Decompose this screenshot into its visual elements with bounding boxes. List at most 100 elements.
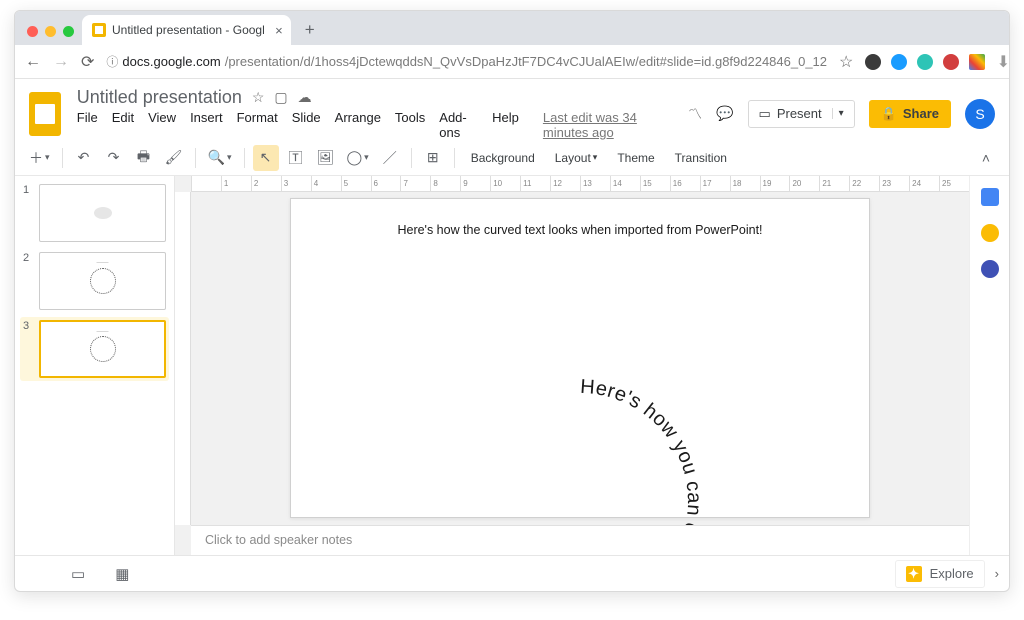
explore-icon: ✦ [906,566,922,582]
filmstrip-view-icon[interactable]: ▭ [71,565,85,583]
close-tab-icon[interactable]: × [275,23,283,38]
svg-text:Here's how you can curve text: Here's how you can curve text using Powe… [472,376,705,525]
app-titlebar: Untitled presentation ☆ ▢ ☁ File Edit Vi… [15,79,1009,140]
slide-thumbnails: 1 2 ——— 3 ——— [15,176,175,555]
slides-favicon [92,23,106,37]
bottom-bar: ▭ ▦ ✦ Explore › [15,555,1009,591]
avatar-initial: S [975,106,984,122]
ext-icon[interactable] [865,54,881,70]
extension-icons: ⬇ ✦ ⋮ [865,51,1010,73]
lock-icon: ⓘ [106,53,118,70]
canvas-area: 1234567891011121314151617181920212223242… [175,176,969,555]
paint-format-button[interactable]: 🖌 [161,145,187,171]
menu-view[interactable]: View [148,110,176,140]
menu-arrange[interactable]: Arrange [335,110,381,140]
lock-icon: 🔒 [881,106,897,122]
maximize-window-dot[interactable] [63,26,74,37]
browser-window: Untitled presentation - Googl × + ← → ⟳ … [14,10,1010,592]
undo-button[interactable]: ↶ [71,145,97,171]
browser-address-bar: ← → ⟳ ⓘ docs.google.com/presentation/d/1… [15,45,1009,79]
vertical-ruler [175,192,191,525]
layout-button[interactable]: Layout▾ [547,145,606,171]
thumb-2[interactable]: 2 ——— [23,252,166,310]
side-panel-toggle-icon[interactable]: › [995,566,999,581]
speaker-notes[interactable]: Click to add speaker notes [191,525,969,555]
side-panel-rail [969,176,1009,555]
slides-logo[interactable] [29,92,61,136]
slides-app: Untitled presentation ☆ ▢ ☁ File Edit Vi… [15,79,1009,591]
back-icon[interactable]: ← [25,53,41,71]
account-avatar[interactable]: S [965,99,995,129]
line-tool[interactable]: ／ [377,145,403,171]
ext-icon[interactable] [891,54,907,70]
menu-tools[interactable]: Tools [395,110,425,140]
ext-icon[interactable] [943,54,959,70]
textbox-tool[interactable]: 🅃 [283,145,309,171]
ext-icon[interactable] [917,54,933,70]
grid-view-icon[interactable]: ▦ [115,565,129,583]
share-button[interactable]: 🔒 Share [869,100,951,128]
present-button[interactable]: ▭ Present ▾ [748,100,855,128]
horizontal-ruler: 1234567891011121314151617181920212223242… [191,176,969,192]
tab-title: Untitled presentation - Googl [112,23,265,37]
star-doc-icon[interactable]: ☆ [252,89,265,106]
image-tool[interactable]: 🖼 [313,145,339,171]
print-button[interactable]: 🖶 [131,145,157,171]
slide-canvas[interactable]: Here's how the curved text looks when im… [290,198,870,518]
zoom-button[interactable]: 🔍▾ [204,145,236,171]
thumb-3[interactable]: 3 ——— [20,317,169,381]
reload-icon[interactable]: ⟳ [81,52,94,72]
explore-button[interactable]: ✦ Explore [895,560,985,588]
star-icon[interactable]: ☆ [839,52,853,72]
menu-addons[interactable]: Add-ons [439,110,478,140]
comments-icon[interactable]: 💬 [716,105,733,122]
menu-slide[interactable]: Slide [292,110,321,140]
share-label: Share [903,106,939,121]
redo-button[interactable]: ↷ [101,145,127,171]
toolbar: ＋▾ ↶ ↷ 🖶 🖌 🔍▾ ↖ 🅃 🖼 ◯▾ ／ ⊞ Background La… [15,140,1009,176]
menu-bar: File Edit View Insert Format Slide Arran… [77,110,678,140]
present-label: Present [777,106,822,121]
collapse-toolbar-icon[interactable]: ˄ [973,145,999,171]
shape-tool[interactable]: ◯▾ [343,145,373,171]
slide-heading-text[interactable]: Here's how the curved text looks when im… [291,223,869,237]
activity-icon[interactable]: 〽 [688,104,702,124]
menu-edit[interactable]: Edit [112,110,134,140]
work-area: 1 2 ——— 3 ——— 1234567891011121314 [15,176,969,555]
window-controls [23,26,82,45]
browser-tab-strip: Untitled presentation - Googl × + [15,11,1009,45]
last-edit-link[interactable]: Last edit was 34 minutes ago [543,110,678,140]
explore-label: Explore [930,566,974,581]
theme-button[interactable]: Theme [609,145,662,171]
notes-placeholder: Click to add speaker notes [205,533,352,547]
present-icon: ▭ [759,106,771,122]
select-tool[interactable]: ↖ [253,145,279,171]
close-window-dot[interactable] [27,26,38,37]
url-field[interactable]: ⓘ docs.google.com/presentation/d/1hoss4j… [106,53,827,70]
keep-icon[interactable] [981,224,999,242]
new-tab-button[interactable]: + [297,17,323,43]
menu-format[interactable]: Format [237,110,278,140]
thumb-1[interactable]: 1 [23,184,166,242]
download-icon[interactable]: ⬇ [995,52,1010,72]
new-slide-button[interactable]: ＋▾ [25,145,54,171]
curved-text-object[interactable]: Here's how you can curve text using Powe… [450,371,710,525]
ext-icon[interactable] [969,54,985,70]
forward-icon[interactable]: → [53,53,69,71]
browser-tab[interactable]: Untitled presentation - Googl × [82,15,291,45]
cloud-status-icon[interactable]: ☁ [298,89,312,106]
present-dropdown-icon[interactable]: ▾ [832,108,844,119]
transition-button[interactable]: Transition [667,145,735,171]
menu-insert[interactable]: Insert [190,110,223,140]
move-doc-icon[interactable]: ▢ [274,89,287,106]
menu-file[interactable]: File [77,110,98,140]
comment-tool[interactable]: ⊞ [420,145,446,171]
background-button[interactable]: Background [463,145,543,171]
minimize-window-dot[interactable] [45,26,56,37]
slide-stage[interactable]: Here's how the curved text looks when im… [191,192,969,525]
document-title[interactable]: Untitled presentation [77,87,242,108]
calendar-icon[interactable] [981,188,999,206]
tasks-icon[interactable] [981,260,999,278]
url-host: docs.google.com [122,54,220,69]
menu-help[interactable]: Help [492,110,519,140]
